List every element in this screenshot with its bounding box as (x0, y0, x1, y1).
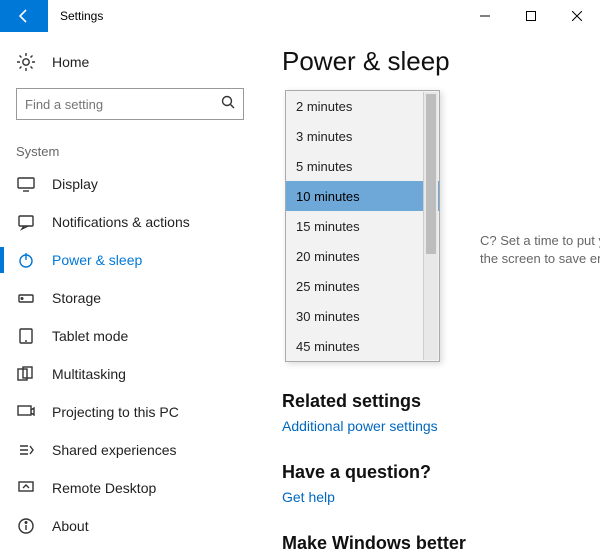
page-title: Power & sleep (282, 46, 590, 77)
dropdown-scrollbar[interactable] (423, 92, 438, 360)
truncated-hint-text: C? Set a time to put your off the screen… (480, 232, 600, 268)
sidebar-item-label: Shared experiences (52, 442, 177, 458)
back-button[interactable] (0, 0, 48, 32)
get-help-link[interactable]: Get help (282, 489, 590, 505)
sidebar-item-label: Notifications & actions (52, 214, 190, 230)
home-label: Home (52, 54, 89, 70)
sidebar-section-label: System (0, 130, 260, 165)
make-windows-better-heading: Make Windows better (282, 533, 590, 552)
titlebar: Settings (0, 0, 600, 32)
sidebar-item-multitasking[interactable]: Multitasking (0, 355, 260, 393)
sidebar-item-label: About (52, 518, 89, 534)
minimize-button[interactable] (462, 0, 508, 32)
sidebar-item-projecting[interactable]: Projecting to this PC (0, 393, 260, 431)
home-nav[interactable]: Home (0, 44, 260, 80)
sidebar-item-label: Power & sleep (52, 252, 142, 268)
sidebar-item-notifications[interactable]: Notifications & actions (0, 203, 260, 241)
dropdown-option[interactable]: 3 minutes (286, 121, 439, 151)
sidebar-item-tablet-mode[interactable]: Tablet mode (0, 317, 260, 355)
sidebar: Home System Display Notifications & acti… (0, 32, 260, 552)
dropdown-option[interactable]: 30 minutes (286, 301, 439, 331)
notifications-icon (16, 212, 36, 232)
sidebar-item-label: Display (52, 176, 98, 192)
sidebar-item-label: Storage (52, 290, 101, 306)
close-icon (572, 11, 582, 21)
dropdown-option[interactable]: 45 minutes (286, 331, 439, 361)
maximize-button[interactable] (508, 0, 554, 32)
search-icon (221, 95, 235, 114)
about-icon (16, 516, 36, 536)
gear-icon (16, 52, 36, 72)
dropdown-option[interactable]: 15 minutes (286, 211, 439, 241)
sidebar-item-label: Remote Desktop (52, 480, 156, 496)
time-dropdown-list[interactable]: 2 minutes3 minutes5 minutes10 minutes15 … (285, 90, 440, 362)
maximize-icon (526, 11, 536, 21)
window-controls (462, 0, 600, 32)
scrollbar-thumb[interactable] (426, 94, 436, 254)
arrow-left-icon (16, 8, 32, 24)
power-icon (16, 250, 36, 270)
tablet-icon (16, 326, 36, 346)
sidebar-item-storage[interactable]: Storage (0, 279, 260, 317)
sidebar-item-shared-experiences[interactable]: Shared experiences (0, 431, 260, 469)
dropdown-option[interactable]: 10 minutes (286, 181, 439, 211)
dropdown-option[interactable]: 2 minutes (286, 91, 439, 121)
shared-icon (16, 440, 36, 460)
window-title: Settings (60, 9, 462, 23)
sidebar-item-label: Tablet mode (52, 328, 128, 344)
sidebar-item-label: Projecting to this PC (52, 404, 179, 420)
dropdown-option[interactable]: 20 minutes (286, 241, 439, 271)
sidebar-item-display[interactable]: Display (0, 165, 260, 203)
sidebar-item-remote-desktop[interactable]: Remote Desktop (0, 469, 260, 507)
remote-desktop-icon (16, 478, 36, 498)
storage-icon (16, 288, 36, 308)
close-button[interactable] (554, 0, 600, 32)
sidebar-item-about[interactable]: About (0, 507, 260, 545)
search-input[interactable] (25, 97, 221, 112)
projecting-icon (16, 402, 36, 422)
multitasking-icon (16, 364, 36, 384)
search-box[interactable] (16, 88, 244, 120)
sidebar-item-label: Multitasking (52, 366, 126, 382)
related-settings-heading: Related settings (282, 391, 590, 412)
have-question-heading: Have a question? (282, 462, 590, 483)
dropdown-option[interactable]: 5 minutes (286, 151, 439, 181)
dropdown-option[interactable]: 25 minutes (286, 271, 439, 301)
minimize-icon (480, 11, 490, 21)
display-icon (16, 174, 36, 194)
sidebar-item-power-sleep[interactable]: Power & sleep (0, 241, 260, 279)
additional-power-settings-link[interactable]: Additional power settings (282, 418, 590, 434)
